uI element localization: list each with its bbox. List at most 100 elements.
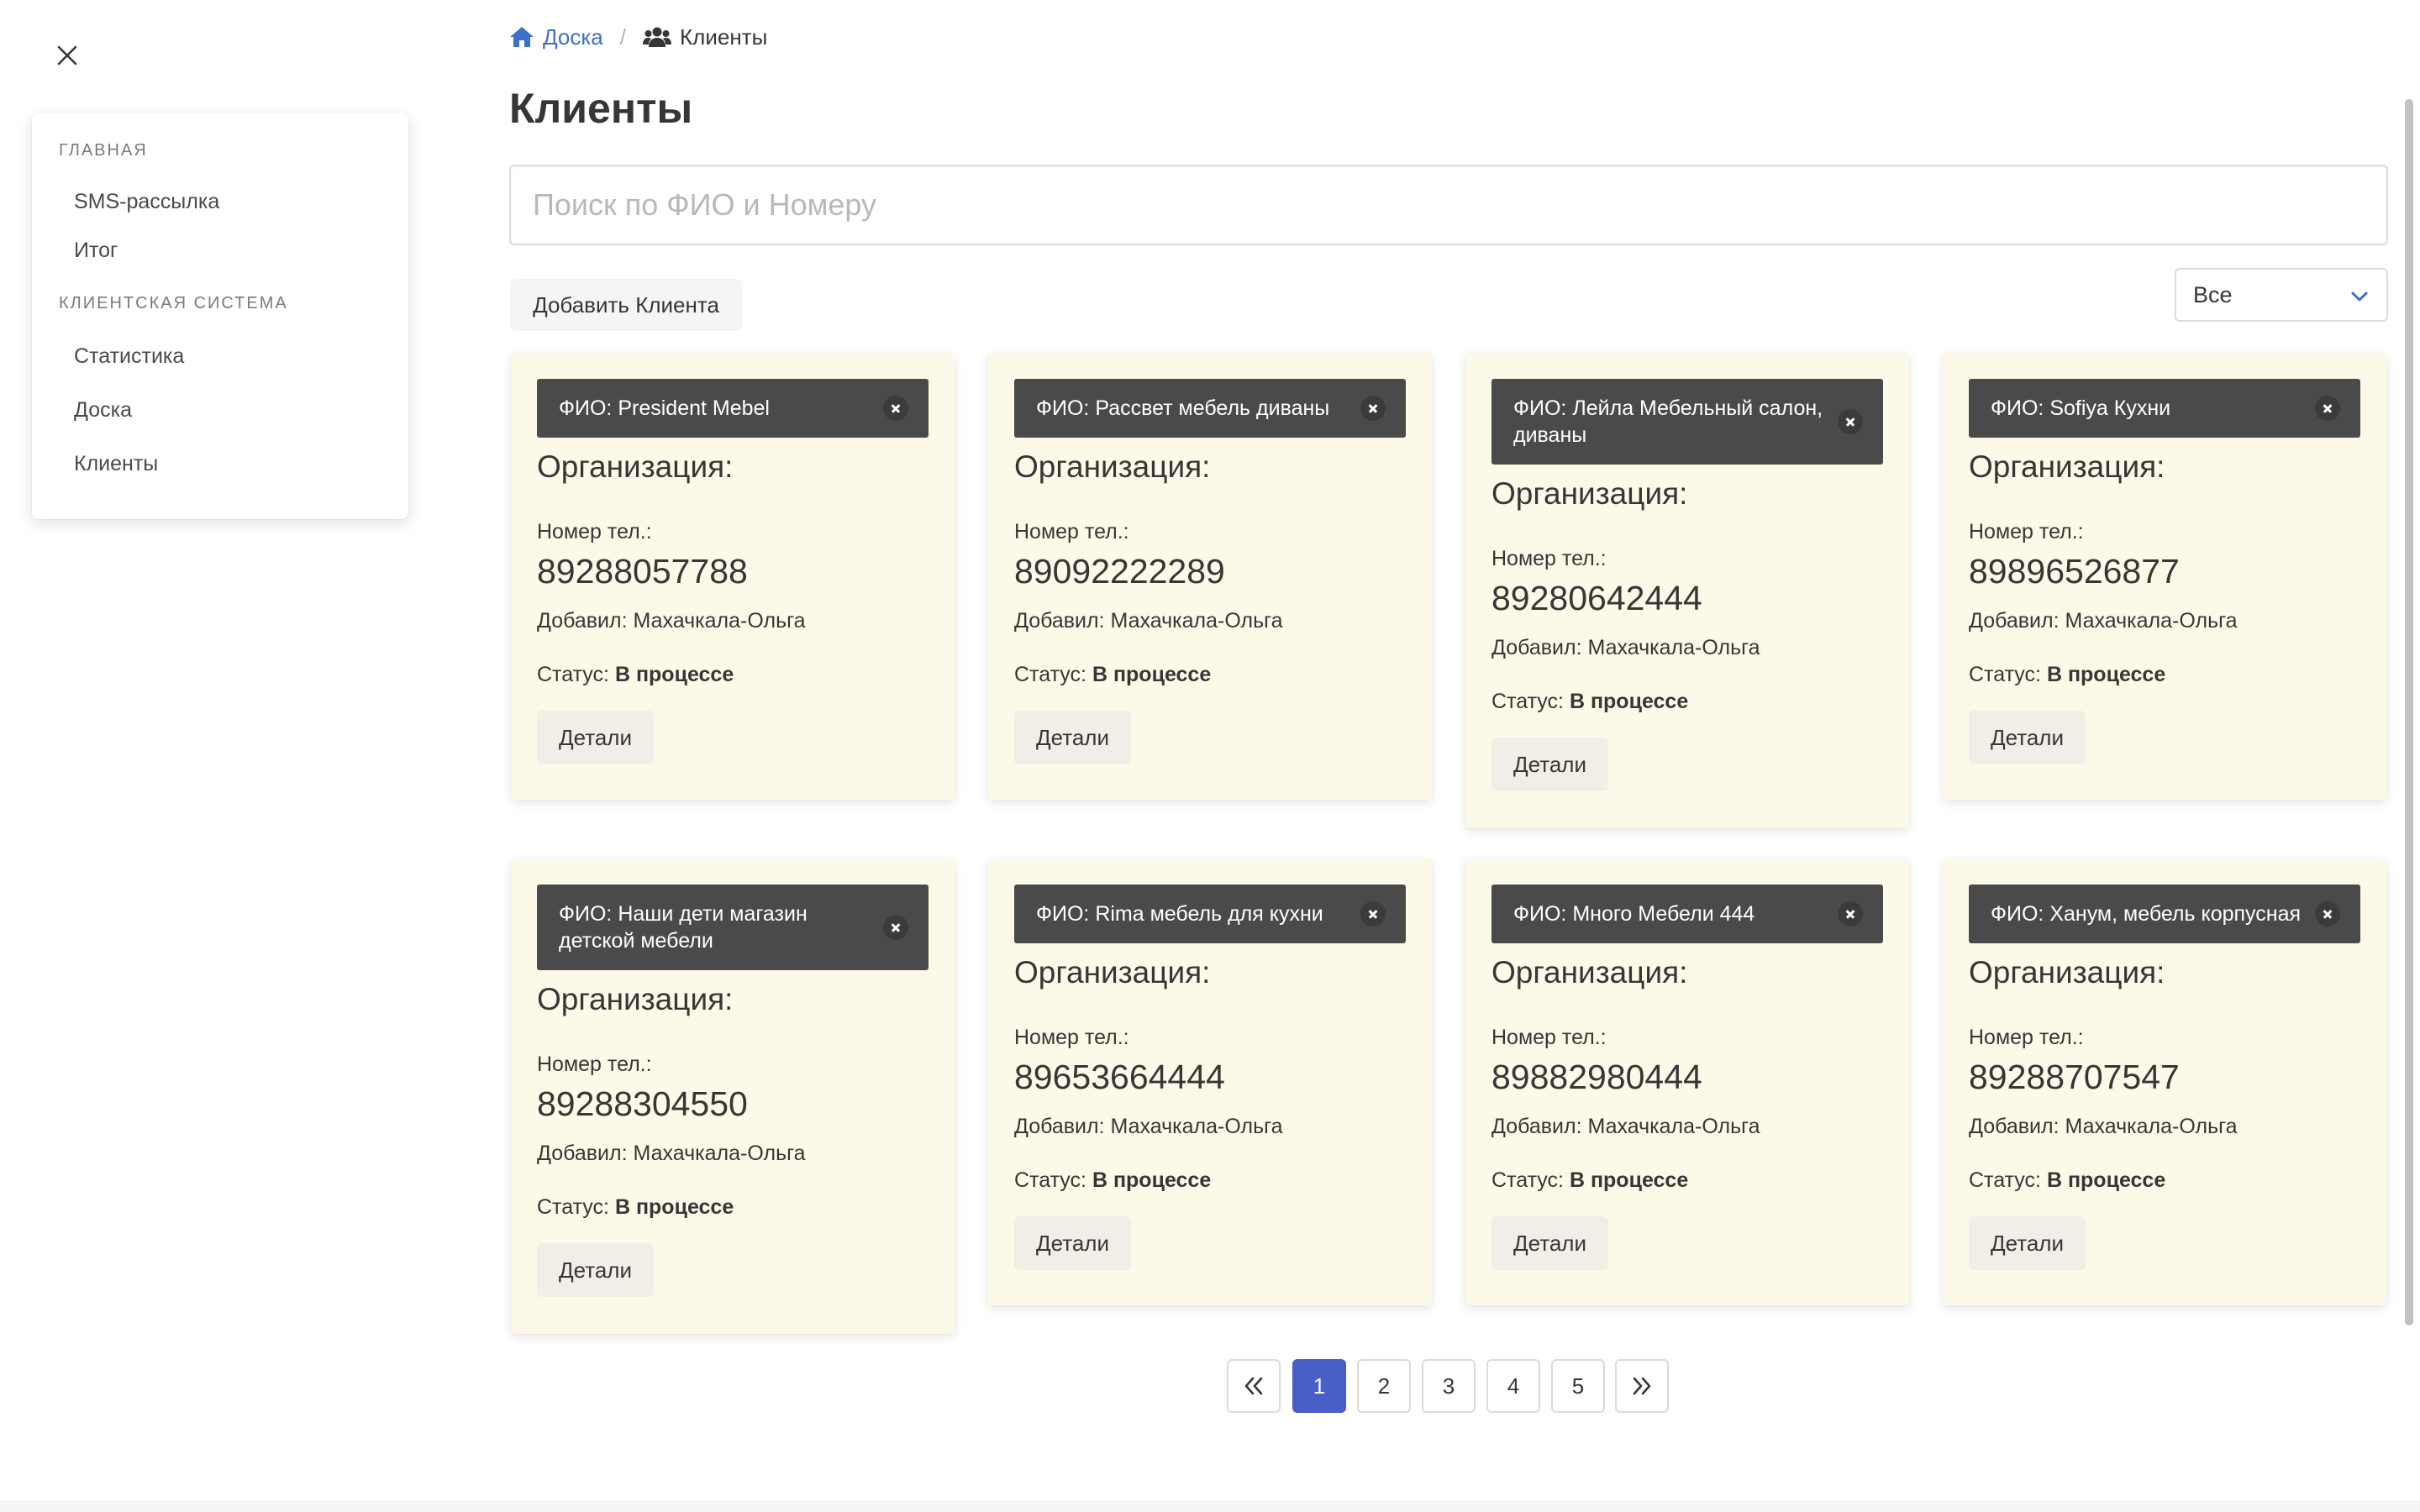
details-button[interactable]: Детали — [1969, 711, 2086, 764]
sidebar-item-sms[interactable]: SMS-рассылка — [74, 190, 219, 214]
status-value: В процессе — [2046, 663, 2166, 686]
phone-value: 89653664444 — [1014, 1058, 1225, 1096]
sidebar-item-total[interactable]: Итог — [74, 239, 118, 263]
added-by: Добавил: Махачкала-Ольга — [537, 606, 929, 635]
fio-label: ФИО: — [1513, 396, 1567, 420]
client-fio: ФИО: Rima мебель для кухни — [1036, 900, 1323, 927]
delete-client-icon[interactable] — [883, 915, 908, 940]
client-name-tag: ФИО: Наши дети магазин детской мебели — [537, 885, 929, 970]
users-icon — [643, 27, 672, 47]
phone-label: Номер тел.: — [1491, 1026, 1607, 1049]
pagination-page-2[interactable]: 2 — [1357, 1359, 1411, 1413]
status-value: В процессе — [1092, 663, 1212, 686]
status-value: В процессе — [1569, 1168, 1689, 1192]
details-button[interactable]: Детали — [537, 711, 654, 764]
delete-client-icon[interactable] — [1360, 396, 1386, 421]
sidebar-item-statistics[interactable]: Статистика — [74, 344, 184, 369]
delete-client-icon[interactable] — [2315, 901, 2340, 927]
phone-value: 89280642444 — [1491, 579, 1702, 617]
added-by-value: Махачкала-Ольга — [633, 1142, 806, 1165]
breadcrumb: Доска / Клиенты — [509, 22, 767, 52]
details-button[interactable]: Детали — [1491, 1216, 1608, 1270]
added-by: Добавил: Махачкала-Ольга — [1491, 1112, 1883, 1141]
fio-label: ФИО: — [559, 396, 613, 420]
client-card-body: Организация: Номер тел.: 89896526877 Добави… — [1969, 447, 2360, 764]
details-button[interactable]: Детали — [1014, 1216, 1131, 1270]
added-by: Добавил: Махачкала-Ольга — [537, 1139, 929, 1168]
fio-label: ФИО: — [1991, 396, 2044, 420]
client-status: Статус: В процессе — [1491, 687, 1883, 716]
status-value: В процессе — [614, 663, 734, 686]
client-name-tag: ФИО: President Mebel — [537, 379, 929, 438]
organization-label: Организация: — [1014, 449, 1211, 484]
fio-value: Sofiya Кухни — [2049, 396, 2171, 420]
details-button[interactable]: Детали — [537, 1243, 654, 1297]
pagination-page-5[interactable]: 5 — [1551, 1359, 1605, 1413]
added-by-label: Добавил: — [537, 1142, 628, 1165]
delete-client-icon[interactable] — [1838, 901, 1863, 927]
fio-label: ФИО: — [1991, 902, 2044, 926]
fio-value: President Mebel — [618, 396, 770, 420]
status-label: Статус: — [1014, 663, 1086, 686]
chevrons-right-icon — [1633, 1377, 1651, 1395]
phone-value: 89288707547 — [1969, 1058, 2180, 1096]
added-by-value: Махачкала-Ольга — [2065, 1115, 2238, 1138]
added-by-value: Махачкала-Ольга — [1587, 1115, 1760, 1138]
status-label: Статус: — [1969, 663, 2041, 686]
pagination-page-4[interactable]: 4 — [1486, 1359, 1540, 1413]
pagination-first-button[interactable] — [1227, 1359, 1281, 1413]
chevron-down-icon — [2351, 291, 2368, 302]
phone-label: Номер тел.: — [1969, 1026, 2084, 1049]
status-value: В процессе — [2046, 1168, 2166, 1192]
fio-label: ФИО: — [1036, 396, 1090, 420]
details-button[interactable]: Детали — [1014, 711, 1131, 764]
breadcrumb-home-label: Доска — [543, 24, 603, 50]
client-card: ФИО: Много Мебели 444 Организация: Номер т… — [1465, 858, 1909, 1305]
delete-client-icon[interactable] — [1838, 409, 1863, 434]
client-card-body: Организация: Номер тел.: 89882980444 Добави… — [1491, 953, 1883, 1270]
breadcrumb-home-link[interactable]: Доска — [509, 24, 603, 50]
page-scrollbar[interactable] — [2405, 99, 2413, 1326]
added-by: Добавил: Махачкала-Ольга — [1014, 1112, 1406, 1141]
client-card: ФИО: Наши дети магазин детской мебели Орг… — [511, 858, 955, 1334]
organization-label: Организация: — [537, 982, 734, 1016]
details-button[interactable]: Детали — [1969, 1216, 2086, 1270]
pagination-page-1[interactable]: 1 — [1292, 1359, 1346, 1413]
client-status: Статус: В процессе — [1969, 660, 2360, 689]
added-by-label: Добавил: — [537, 609, 628, 633]
pagination-last-button[interactable] — [1615, 1359, 1669, 1413]
sidebar-item-clients[interactable]: Клиенты — [74, 452, 158, 476]
phone-label: Номер тел.: — [537, 1053, 652, 1076]
search-input[interactable] — [509, 165, 2388, 245]
status-value: В процессе — [1569, 690, 1689, 713]
menu-section-label-main: ГЛАВНАЯ — [59, 141, 148, 160]
fio-value: Rima мебель для кухни — [1095, 902, 1323, 926]
add-client-button[interactable]: Добавить Клиента — [510, 279, 742, 331]
status-label: Статус: — [1491, 690, 1564, 713]
client-card-body: Организация: Номер тел.: 89288057788 Добави… — [537, 447, 929, 764]
sidebar-item-board[interactable]: Доска — [74, 398, 132, 423]
phone-value: 89092222289 — [1014, 552, 1225, 591]
delete-client-icon[interactable] — [2315, 396, 2340, 421]
client-card: ФИО: Лейла Мебельный салон, диваны Органи… — [1465, 353, 1909, 828]
client-card-body: Организация: Номер тел.: 89653664444 Добави… — [1014, 953, 1406, 1270]
status-filter-select[interactable]: Все — [2175, 268, 2388, 322]
close-icon[interactable] — [52, 40, 82, 71]
client-fio: ФИО: Лейла Мебельный салон, диваны — [1513, 395, 1824, 449]
added-by: Добавил: Махачкала-Ольга — [1014, 606, 1406, 635]
client-card: ФИО: Ханум, мебель корпусная Организация:… — [1943, 858, 2386, 1305]
phone-label: Номер тел.: — [1969, 520, 2084, 543]
pagination-page-3[interactable]: 3 — [1422, 1359, 1476, 1413]
sidebar-menu: ГЛАВНАЯ SMS-рассылка Итог КЛИЕНТСКАЯ СИС… — [32, 113, 408, 519]
added-by-label: Добавил: — [1014, 609, 1105, 633]
phone-value: 89288057788 — [537, 552, 748, 591]
organization-label: Организация: — [1969, 955, 2165, 990]
fio-label: ФИО: — [559, 902, 613, 926]
added-by-label: Добавил: — [1491, 1115, 1582, 1138]
client-status: Статус: В процессе — [1014, 660, 1406, 689]
client-name-tag: ФИО: Ханум, мебель корпусная — [1969, 885, 2360, 943]
delete-client-icon[interactable] — [1360, 901, 1386, 927]
delete-client-icon[interactable] — [883, 396, 908, 421]
added-by-value: Махачкала-Ольга — [2065, 609, 2238, 633]
details-button[interactable]: Детали — [1491, 738, 1608, 791]
